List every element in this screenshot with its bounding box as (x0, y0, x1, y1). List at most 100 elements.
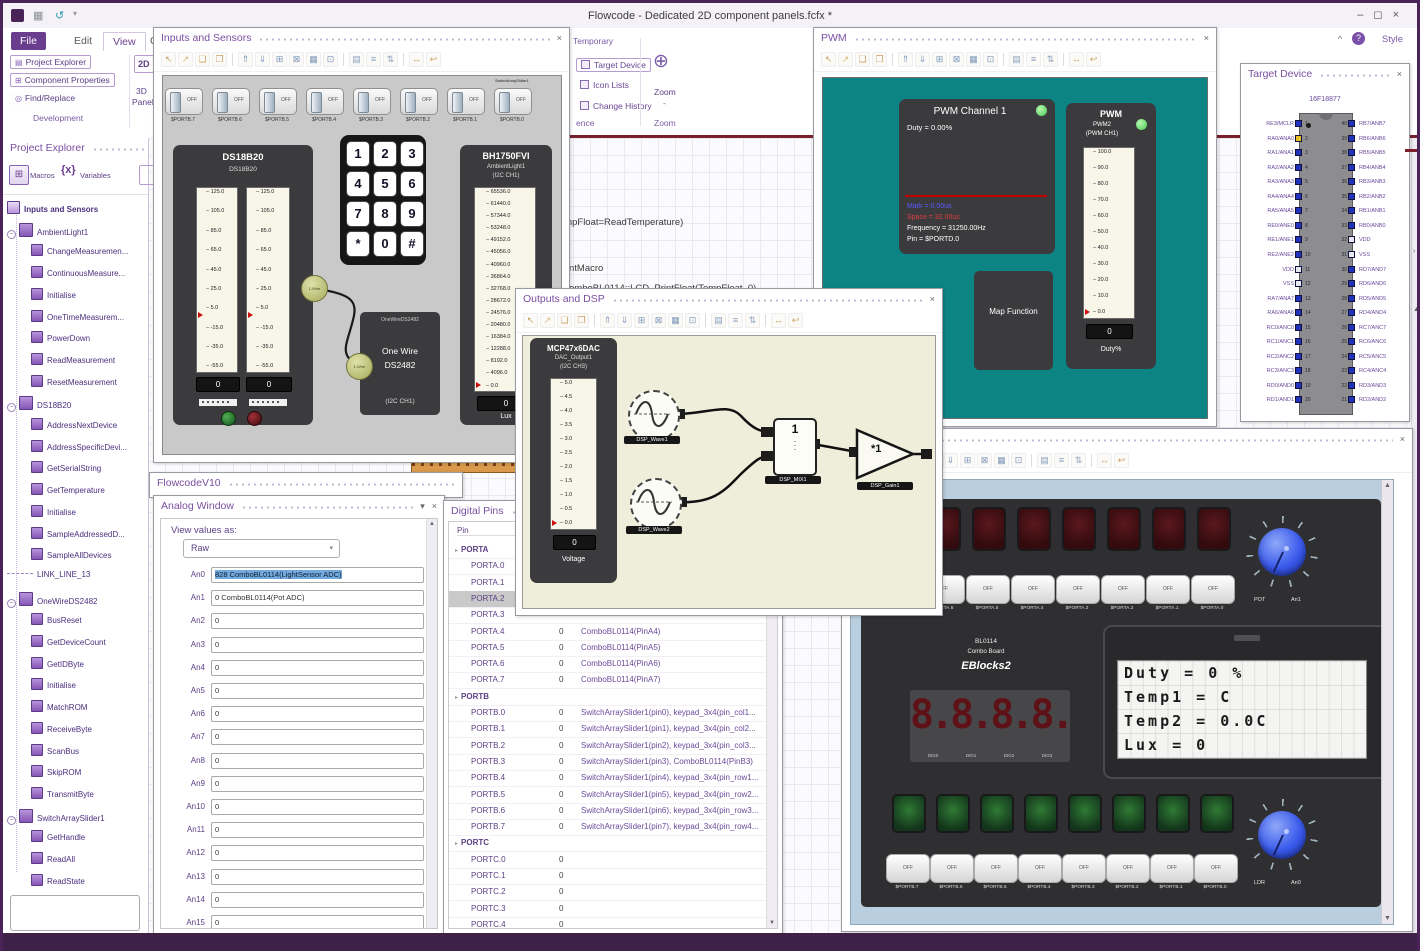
board-button-PORTB.4[interactable]: OFF (1018, 854, 1062, 883)
toggle-icon-lists[interactable]: Icon Lists (580, 80, 629, 90)
thermometer-scale-1[interactable]: ‒ 125.0 ‒ 105.0 ‒ 85.0 ‒ 65.0 ‒ 45.0 ‒ 25.0 ‒ … (196, 187, 238, 373)
grid-icon[interactable]: ▤ (349, 52, 364, 67)
board-button-PORTB.0[interactable]: OFF (1194, 854, 1238, 883)
rotate-left-icon[interactable]: ↔ (1097, 453, 1112, 468)
keypad-key-1[interactable]: 1 (346, 141, 370, 167)
pin-pad[interactable] (1295, 309, 1302, 317)
toggle-switch-PORTB.1[interactable]: OFF (447, 88, 485, 115)
send-back-icon[interactable]: ⇓ (255, 52, 270, 67)
scale-pointer-icon[interactable] (552, 520, 557, 526)
tree-item-readmeasurement[interactable]: ReadMeasurement (7, 352, 115, 365)
tab-file[interactable]: File (11, 32, 46, 50)
align-icon[interactable]: ▦ (306, 52, 321, 67)
dac-scale[interactable]: ‒ 5.0 ‒ 4.5 ‒ 4.0 ‒ 3.5 ‒ 3.0 ‒ 2.5 ‒ 2.0 ‒ 1.5… (550, 378, 597, 530)
pin-pad[interactable] (1295, 294, 1302, 302)
pin-pad[interactable] (1295, 323, 1302, 331)
grid-icon[interactable]: ▤ (1009, 52, 1024, 67)
pan-icon[interactable]: ↗ (838, 52, 853, 67)
keypad-key-8[interactable]: 8 (373, 201, 397, 227)
keypad-key-0[interactable]: 0 (373, 231, 397, 257)
rotate-left-icon[interactable]: ↔ (771, 313, 786, 328)
close-icon[interactable]: × (1400, 434, 1405, 444)
analog-value-field-an11[interactable]: 0 (211, 822, 424, 839)
scale-pointer-icon[interactable] (248, 311, 253, 318)
board-button-PORTB.7[interactable]: OFF (886, 854, 930, 883)
board-button-PORTA.1[interactable]: OFF (1146, 575, 1190, 604)
pin-pad[interactable] (1295, 396, 1302, 404)
keypad-key-5[interactable]: 5 (373, 171, 397, 197)
tree-item-busreset[interactable]: BusReset (7, 613, 82, 626)
tree-item-readall[interactable]: ReadAll (7, 852, 75, 864)
raw-dropdown[interactable]: Raw ▾ (183, 539, 340, 558)
digital-pin-row-portc[interactable]: ▸ PORTC (449, 835, 777, 853)
pin-pad[interactable] (1348, 250, 1355, 258)
analog-value-field-an5[interactable]: 0 (211, 683, 424, 699)
digital-pin-row-porta.5[interactable]: PORTA.5 0 ComboBL0114(PinA5) (449, 640, 777, 657)
collapse-ribbon-icon[interactable]: ^ (1338, 34, 1342, 44)
scale-pointer-icon[interactable] (1085, 309, 1090, 316)
list-icon[interactable]: ≡ (1054, 453, 1069, 468)
panel-toolbar[interactable]: ↖↗❏❐ ⇑⇓⊞⊠▦⊡ ▤≡⇅ ↔↩ (516, 309, 942, 333)
rotate-left-icon[interactable]: ↔ (1069, 52, 1084, 67)
pwm-slider-component[interactable]: PWM PWM2 (PWM CH1) ‒ 100.0 ‒ 90.0 ‒ 80.0 ‒ … (1066, 103, 1156, 369)
expand-arrow-icon[interactable]: › (1413, 248, 1415, 255)
keypad-key-4[interactable]: 4 (346, 171, 370, 197)
analog-value-field-an4[interactable]: 0 (211, 659, 424, 676)
tree-item-receivebyte[interactable]: ReceiveByte (7, 721, 92, 734)
dsp-wave1-node[interactable] (628, 390, 680, 442)
tab-edit[interactable]: Edit (65, 32, 101, 50)
group-icon[interactable]: ⊞ (634, 313, 649, 328)
tree-item-gethandle[interactable]: GetHandle (7, 830, 85, 843)
digital-pin-row-portc.4[interactable]: PORTC.4 0 (449, 917, 777, 928)
close-icon[interactable]: × (1204, 33, 1209, 43)
analog-scrollbar[interactable]: ▲ (426, 519, 437, 928)
tree-item-onewireds2482[interactable]: – OneWireDS2482 (7, 591, 97, 608)
swap-icon[interactable]: ⇅ (1043, 52, 1058, 67)
pin-pad[interactable] (1348, 323, 1355, 331)
minimize-button[interactable]: – (1357, 9, 1373, 21)
tree-item-getidbyte[interactable]: GetIDByte (7, 656, 84, 669)
distribute-icon[interactable]: ⊡ (685, 313, 700, 328)
list-icon[interactable]: ≡ (728, 313, 743, 328)
tree-item-onetimemeasurem-[interactable]: OneTimeMeasurem... (7, 309, 124, 322)
pwm2-scale[interactable]: ‒ 100.0 ‒ 90.0 ‒ 80.0 ‒ 70.0 ‒ 60.0 ‒ 50.0 ‒ 4… (1083, 147, 1135, 319)
variables-icon[interactable]: {x} (61, 164, 76, 176)
scale-pointer-icon[interactable] (198, 311, 203, 318)
pin-pad[interactable] (1348, 120, 1355, 127)
pin-pad[interactable] (1348, 265, 1355, 273)
analog-value-field-an6[interactable]: 0 (211, 706, 424, 723)
tree-item-initialise[interactable]: Initialise (7, 504, 76, 517)
board-scrollbar[interactable]: ▲ ▼ (1381, 480, 1393, 924)
pin-pad[interactable] (1295, 178, 1302, 186)
scroll-down-icon[interactable]: ▼ (1382, 915, 1393, 922)
keypad-key-#[interactable]: # (400, 231, 424, 257)
digital-pin-row-portb.2[interactable]: PORTB.2 0 SwitchArraySlider1(pin2), keypad… (449, 738, 777, 755)
pin-pad[interactable] (1348, 192, 1355, 200)
scroll-up-icon[interactable]: ▲ (1413, 306, 1417, 313)
board-button-PORTB.1[interactable]: OFF (1150, 854, 1194, 883)
digital-pin-row-porta.7[interactable]: PORTA.7 0 ComboBL0114(PinA7) (449, 672, 777, 690)
scale-pointer-icon[interactable] (476, 381, 481, 388)
digital-pin-row-portb.0[interactable]: PORTB.0 0 SwitchArraySlider1(pin0), keypad… (449, 705, 777, 722)
board-button-PORTB.5[interactable]: OFF (974, 854, 1018, 883)
pin-pad[interactable] (1295, 236, 1302, 244)
close-icon[interactable]: × (930, 294, 935, 304)
analog-value-field-an14[interactable]: 0 (211, 891, 424, 908)
variables-label[interactable]: Variables (80, 171, 111, 180)
distribute-icon[interactable]: ⊡ (323, 52, 338, 67)
pin-pad[interactable] (1348, 280, 1355, 288)
keypad-key-*[interactable]: * (346, 231, 370, 257)
swap-icon[interactable]: ⇅ (383, 52, 398, 67)
pin-pad[interactable] (1295, 163, 1302, 171)
pan-icon[interactable]: ↗ (540, 313, 555, 328)
list-icon[interactable]: ≡ (366, 52, 381, 67)
copy-icon[interactable]: ❏ (557, 313, 572, 328)
digital-pin-row-portb.6[interactable]: PORTB.6 0 SwitchArraySlider1(pin6), keypad… (449, 803, 777, 820)
keypad-key-9[interactable]: 9 (400, 201, 424, 227)
toggle-switch-PORTB.2[interactable]: OFF (400, 88, 438, 115)
tree-item-ds18b20[interactable]: – DS18B20 (7, 396, 71, 413)
pin-pad[interactable] (1295, 207, 1302, 215)
find-replace-button[interactable]: ◎ Find/Replace (10, 91, 81, 105)
dsp-mix-node[interactable]: 1 ... (773, 418, 817, 476)
pin-pad[interactable] (1348, 178, 1355, 186)
